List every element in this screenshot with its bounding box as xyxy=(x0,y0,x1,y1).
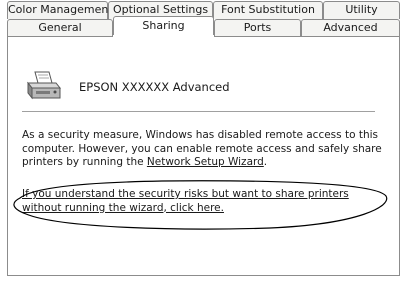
tab-font-substitution[interactable]: Font Substitution xyxy=(213,1,323,19)
tab-label: Font Substitution xyxy=(221,3,315,16)
tab-label: Advanced xyxy=(323,21,378,34)
divider xyxy=(22,111,375,113)
tab-general[interactable]: General xyxy=(7,19,113,37)
tab-utility[interactable]: Utility xyxy=(323,1,400,19)
security-message: As a security measure, Windows has disab… xyxy=(22,129,382,170)
tab-ports[interactable]: Ports xyxy=(214,19,301,37)
tab-label: Sharing xyxy=(142,19,185,32)
tab-label: Optional Settings xyxy=(112,3,209,16)
tab-label: Ports xyxy=(243,21,272,34)
network-setup-wizard-link[interactable]: Network Setup Wizard xyxy=(147,156,264,168)
tab-advanced[interactable]: Advanced xyxy=(301,19,400,37)
share-without-wizard-link[interactable]: If you understand the security risks but… xyxy=(22,188,384,215)
tab-color-management[interactable]: Color Management xyxy=(7,1,113,19)
security-text-end: . xyxy=(263,156,268,168)
tab-label: General xyxy=(38,21,82,34)
printer-name: EPSON XXXXXX Advanced xyxy=(79,80,230,94)
tab-label: Utility xyxy=(345,3,378,16)
tab-label: Color Management xyxy=(8,3,113,16)
active-tab-joint xyxy=(113,35,214,38)
printer-icon xyxy=(26,71,62,100)
